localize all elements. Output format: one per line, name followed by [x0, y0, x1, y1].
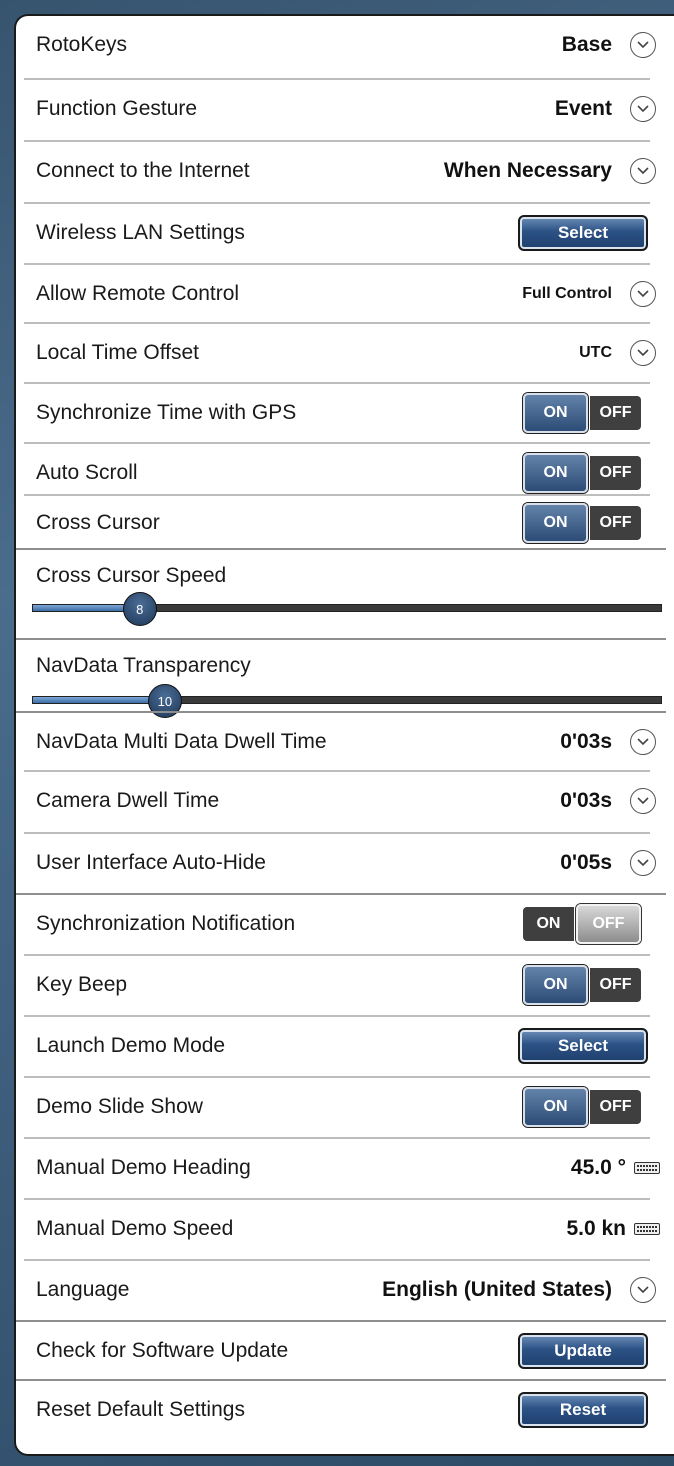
select-button[interactable]: Select	[518, 215, 648, 251]
setting-label: Allow Remote Control	[36, 282, 240, 305]
on-off-toggle[interactable]: ON OFF	[523, 393, 641, 433]
setting-label: Synchronization Notification	[36, 912, 296, 935]
setting-row-cross-cursor: Cross Cursor ON OFF	[16, 494, 674, 552]
setting-label: Auto Scroll	[36, 461, 138, 484]
toggle-off[interactable]: OFF	[590, 396, 641, 430]
toggle-off[interactable]: OFF	[575, 904, 641, 944]
setting-value[interactable]: Event	[555, 97, 612, 121]
update-button[interactable]: Update	[518, 1333, 648, 1369]
setting-row-rotokeys[interactable]: RotoKeys Base	[16, 16, 674, 74]
setting-row-software-update: Check for Software Update Update	[16, 1322, 674, 1380]
slider-fill	[33, 697, 165, 703]
setting-row-sync-notification: Synchronization Notification ON OFF	[16, 895, 674, 953]
setting-row-demo-slideshow: Demo Slide Show ON OFF	[16, 1078, 674, 1136]
setting-row-ui-auto-hide[interactable]: User Interface Auto-Hide 0'05s	[16, 834, 674, 892]
cross-cursor-speed-slider[interactable]: 8	[32, 592, 662, 626]
navdata-transparency-slider[interactable]: 10	[32, 684, 662, 718]
chevron-down-icon[interactable]	[630, 32, 656, 58]
setting-row-language[interactable]: Language English (United States)	[16, 1261, 674, 1319]
setting-label: Connect to the Internet	[36, 159, 250, 182]
toggle-off[interactable]: OFF	[590, 456, 641, 490]
keyboard-icon[interactable]	[634, 1162, 660, 1174]
chevron-down-icon[interactable]	[630, 788, 656, 814]
toggle-off[interactable]: OFF	[590, 968, 641, 1002]
setting-value[interactable]: 45.0 °	[571, 1156, 626, 1180]
setting-value[interactable]: 0'05s	[560, 851, 612, 875]
toggle-off[interactable]: OFF	[590, 1090, 641, 1124]
setting-label: Manual Demo Speed	[36, 1217, 234, 1240]
setting-value[interactable]: UTC	[579, 344, 612, 362]
chevron-down-icon[interactable]	[630, 850, 656, 876]
setting-label: NavData Transparency	[36, 654, 251, 677]
setting-value[interactable]: Full Control	[522, 285, 612, 303]
toggle-off[interactable]: OFF	[590, 506, 641, 540]
on-off-toggle[interactable]: ON OFF	[523, 904, 641, 944]
setting-row-connect-internet[interactable]: Connect to the Internet When Necessary	[16, 142, 674, 200]
setting-label: Language	[36, 1278, 130, 1301]
on-off-toggle[interactable]: ON OFF	[523, 965, 641, 1005]
setting-label: Wireless LAN Settings	[36, 221, 245, 244]
chevron-down-icon[interactable]	[630, 281, 656, 307]
setting-label: User Interface Auto-Hide	[36, 851, 266, 874]
setting-row-reset-defaults: Reset Default Settings Reset	[16, 1381, 674, 1439]
setting-label: Camera Dwell Time	[36, 789, 220, 812]
setting-row-camera-dwell[interactable]: Camera Dwell Time 0'03s	[16, 772, 674, 830]
select-button[interactable]: Select	[518, 1028, 648, 1064]
chevron-down-icon[interactable]	[630, 729, 656, 755]
setting-row-key-beep: Key Beep ON OFF	[16, 956, 674, 1014]
setting-value[interactable]: Base	[562, 33, 612, 57]
setting-row-navdata-dwell[interactable]: NavData Multi Data Dwell Time 0'03s	[16, 713, 674, 771]
setting-value[interactable]: 5.0 kn	[566, 1217, 626, 1241]
setting-value[interactable]: When Necessary	[444, 159, 612, 183]
toggle-on[interactable]: ON	[523, 1087, 589, 1127]
keyboard-icon[interactable]	[634, 1223, 660, 1235]
toggle-on[interactable]: ON	[523, 503, 589, 543]
on-off-toggle[interactable]: ON OFF	[523, 453, 641, 493]
setting-label: Cross Cursor Speed	[36, 564, 227, 587]
setting-value[interactable]: 0'03s	[560, 730, 612, 754]
toggle-on[interactable]: ON	[523, 393, 589, 433]
setting-row-cross-cursor-speed: Cross Cursor Speed 8	[16, 550, 674, 639]
setting-label: Cross Cursor	[36, 511, 160, 534]
setting-value[interactable]: English (United States)	[382, 1278, 612, 1302]
setting-label: NavData Multi Data Dwell Time	[36, 730, 327, 753]
toggle-on[interactable]: ON	[523, 907, 574, 941]
setting-row-demo-speed[interactable]: Manual Demo Speed 5.0 kn	[16, 1200, 674, 1258]
chevron-down-icon[interactable]	[630, 96, 656, 122]
toggle-on[interactable]: ON	[523, 965, 589, 1005]
setting-row-launch-demo: Launch Demo Mode Select	[16, 1017, 674, 1075]
setting-row-remote-control[interactable]: Allow Remote Control Full Control	[16, 265, 674, 323]
toggle-on[interactable]: ON	[523, 453, 589, 493]
slider-knob[interactable]: 8	[122, 592, 157, 626]
setting-label: Synchronize Time with GPS	[36, 401, 297, 424]
setting-label: Key Beep	[36, 973, 128, 996]
reset-button[interactable]: Reset	[518, 1392, 648, 1428]
chevron-down-icon[interactable]	[630, 340, 656, 366]
settings-panel: RotoKeys Base Function Gesture Event Con…	[14, 14, 674, 1456]
setting-row-demo-heading[interactable]: Manual Demo Heading 45.0 °	[16, 1139, 674, 1197]
setting-row-local-time-offset[interactable]: Local Time Offset UTC	[16, 324, 674, 382]
setting-label: Check for Software Update	[36, 1339, 289, 1362]
chevron-down-icon[interactable]	[630, 158, 656, 184]
on-off-toggle[interactable]: ON OFF	[523, 1087, 641, 1127]
setting-label: Function Gesture	[36, 97, 198, 120]
setting-label: Demo Slide Show	[36, 1095, 203, 1118]
setting-label: Launch Demo Mode	[36, 1034, 226, 1057]
setting-row-wireless-lan: Wireless LAN Settings Select	[16, 204, 674, 262]
setting-label: Reset Default Settings	[36, 1398, 245, 1421]
setting-label: RotoKeys	[36, 33, 128, 56]
chevron-down-icon[interactable]	[630, 1277, 656, 1303]
setting-row-function-gesture[interactable]: Function Gesture Event	[16, 80, 674, 138]
on-off-toggle[interactable]: ON OFF	[523, 503, 641, 543]
setting-label: Local Time Offset	[36, 341, 200, 364]
setting-label: Manual Demo Heading	[36, 1156, 251, 1179]
setting-value[interactable]: 0'03s	[560, 789, 612, 813]
setting-row-sync-time-gps: Synchronize Time with GPS ON OFF	[16, 384, 674, 442]
